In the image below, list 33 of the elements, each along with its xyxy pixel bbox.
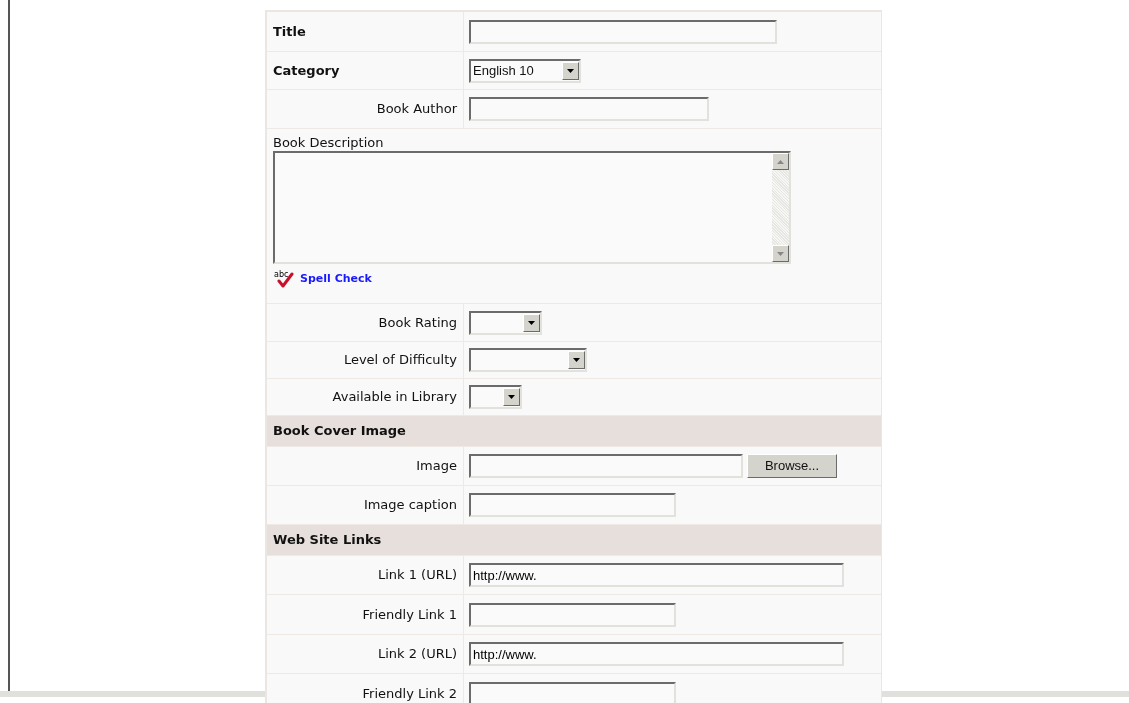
dropdown[interactable] xyxy=(469,348,587,372)
field-label: Image xyxy=(416,457,457,476)
dropdown[interactable]: English 10 xyxy=(469,58,581,83)
text-field[interactable] xyxy=(469,493,676,517)
text-field[interactable] xyxy=(469,19,777,44)
field-label: Available in Library xyxy=(332,388,457,407)
field-label: Title xyxy=(273,22,306,41)
field-label: Friendly Link 1 xyxy=(362,605,457,624)
text-field[interactable]: http://www. xyxy=(469,642,844,666)
section-heading: Web Site Links xyxy=(273,531,382,550)
description-textarea[interactable] xyxy=(273,151,791,264)
section-heading: Book Cover Image xyxy=(273,422,406,441)
dropdown[interactable] xyxy=(469,385,522,409)
field-label: Friendly Link 2 xyxy=(362,684,457,703)
field-label: Image caption xyxy=(363,496,457,515)
scroll-down-icon[interactable] xyxy=(772,245,789,262)
scroll-up-icon[interactable] xyxy=(772,153,789,170)
field-label: Link 2 (URL) xyxy=(377,645,457,664)
text-field[interactable] xyxy=(469,602,676,627)
field-label: Book Author xyxy=(376,100,457,119)
dropdown[interactable] xyxy=(469,310,542,335)
field-label: Category xyxy=(273,61,340,80)
text-field[interactable] xyxy=(469,681,676,703)
spell-check-link[interactable]: Spell Check xyxy=(300,270,372,288)
file-path-field[interactable] xyxy=(469,454,743,478)
text-field[interactable]: http://www. xyxy=(469,563,844,587)
browse-button[interactable]: Browse... xyxy=(747,454,837,478)
field-label: Link 1 (URL) xyxy=(377,566,457,585)
field-label: Book Description xyxy=(273,135,384,151)
field-label: Book Rating xyxy=(378,313,457,332)
text-field[interactable] xyxy=(469,97,709,121)
field-label: Level of Difficulty xyxy=(343,351,457,370)
scrollbar[interactable] xyxy=(772,153,789,262)
